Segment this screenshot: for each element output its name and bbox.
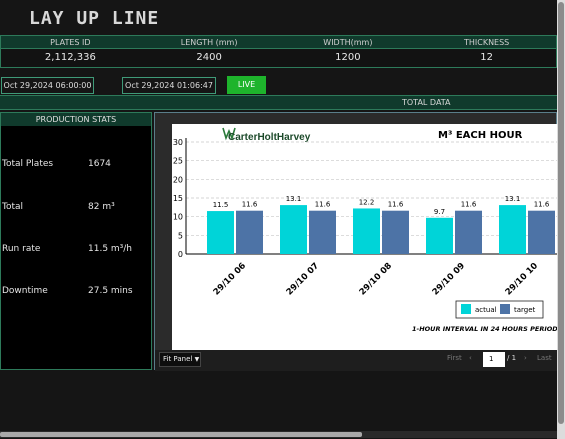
fit-panel-label: Fit Panel bbox=[163, 355, 193, 363]
bar-actual bbox=[353, 208, 380, 254]
chevron-right-icon[interactable]: › bbox=[524, 354, 527, 362]
x-tick-label: 29/10 10 bbox=[504, 261, 541, 298]
report-viewer-panel: CarterHoltHarvey M³ EACH HOUR 0 5 10 15 20 25… bbox=[154, 112, 558, 371]
stat-total-plates: Total Plates 1674 bbox=[2, 159, 111, 169]
interval-note: 1-HOUR INTERVAL IN 24 HOURS PERIOD bbox=[412, 325, 558, 333]
stat-label: Run rate bbox=[2, 244, 41, 254]
plate-info-table: PLATES ID LENGTH (mm) WIDTH(mm) THICKNES… bbox=[0, 35, 557, 68]
value-length: 2400 bbox=[196, 52, 222, 63]
bar-target bbox=[236, 210, 263, 254]
stat-total: Total 82 m³ bbox=[2, 202, 115, 212]
caret-down-icon: ▼ bbox=[194, 356, 200, 363]
legend-label-target: target bbox=[514, 306, 536, 314]
bar-value-label: 9.7 bbox=[434, 208, 445, 216]
x-tick-label: 29/10 09 bbox=[431, 261, 468, 298]
last-page-button[interactable]: Last bbox=[537, 354, 552, 362]
production-stats-panel: PRODUCTION STATS Total Plates 1674 Total… bbox=[0, 112, 152, 370]
bar-value-label: 11.6 bbox=[461, 201, 477, 209]
live-button[interactable]: LIVE bbox=[227, 76, 266, 94]
bar-value-label: 11.6 bbox=[242, 201, 258, 209]
end-time-button[interactable]: Oct 29,2024 01:06:47 pm bbox=[122, 77, 216, 105]
bar-value-label: 11.6 bbox=[388, 201, 404, 209]
header-thickness: THICKNESS bbox=[463, 38, 510, 47]
stat-value: 82 m³ bbox=[88, 202, 115, 212]
fit-panel-dropdown[interactable]: Fit Panel ▼ bbox=[159, 352, 201, 367]
y-tick-label: 5 bbox=[178, 231, 183, 240]
horizontal-scrollbar-thumb[interactable] bbox=[0, 432, 362, 437]
bar-target bbox=[382, 210, 409, 254]
legend: actual target bbox=[455, 300, 544, 319]
hourly-volume-chart: CarterHoltHarvey M³ EACH HOUR 0 5 10 15 20 25… bbox=[173, 127, 558, 333]
bar-actual bbox=[280, 205, 307, 254]
bar-target bbox=[455, 210, 482, 254]
x-tick-label: 29/10 07 bbox=[285, 261, 322, 298]
stat-run-rate: Run rate 11.5 m³/h bbox=[2, 244, 132, 254]
chart-canvas: CarterHoltHarvey M³ EACH HOUR 0 5 10 15 20 25… bbox=[172, 124, 558, 350]
y-tick-label: 30 bbox=[173, 138, 183, 147]
bar-actual bbox=[426, 217, 453, 254]
start-time-button[interactable]: Oct 29,2024 06:00:00 am bbox=[1, 77, 94, 105]
stat-label: Total Plates bbox=[2, 159, 54, 169]
bar-target bbox=[309, 210, 336, 254]
y-tick-label: 25 bbox=[173, 157, 183, 166]
value-width: 1200 bbox=[335, 52, 361, 63]
brand-logo: CarterHoltHarvey bbox=[222, 127, 311, 143]
bars bbox=[207, 205, 555, 254]
bar-target bbox=[528, 210, 555, 254]
total-data-label: TOTAL DATA bbox=[402, 98, 451, 107]
vertical-scrollbar-thumb[interactable] bbox=[558, 2, 564, 424]
chevron-left-icon[interactable]: ‹ bbox=[469, 354, 472, 362]
y-tick-label: 0 bbox=[178, 250, 183, 259]
vertical-scrollbar[interactable] bbox=[557, 0, 565, 431]
production-stats-title: PRODUCTION STATS bbox=[1, 113, 151, 126]
page-title: LAY UP LINE bbox=[29, 8, 160, 29]
viewer-toolbar: Fit Panel ▼ First ‹ 1 / 1 › Last bbox=[155, 350, 558, 371]
x-tick-label: 29/10 06 bbox=[212, 261, 249, 298]
legend-label-actual: actual bbox=[475, 306, 497, 314]
x-tick-label: 29/10 08 bbox=[358, 261, 395, 298]
bar-value-label: 13.1 bbox=[286, 195, 302, 203]
y-tick-label: 20 bbox=[173, 175, 183, 184]
bar-value-label: 11.5 bbox=[213, 201, 229, 209]
stat-value: 27.5 mins bbox=[88, 286, 133, 296]
stat-value: 11.5 m³/h bbox=[88, 244, 133, 254]
stat-label: Total bbox=[2, 202, 24, 212]
page-total: / 1 bbox=[507, 354, 517, 362]
bar-value-label: 13.1 bbox=[505, 195, 521, 203]
stat-label: Downtime bbox=[2, 286, 48, 296]
total-data-bar: TOTAL DATA bbox=[0, 95, 557, 110]
y-tick-label: 10 bbox=[173, 213, 183, 222]
brand-name: CarterHoltHarvey bbox=[228, 132, 311, 143]
value-plates-id: 2,112,336 bbox=[44, 52, 96, 63]
bar-value-label: 11.6 bbox=[315, 201, 331, 209]
legend-swatch-target bbox=[500, 304, 510, 314]
header-width: WIDTH(mm) bbox=[323, 38, 373, 47]
legend-swatch-actual bbox=[461, 304, 471, 314]
horizontal-scrollbar[interactable] bbox=[0, 431, 557, 438]
first-page-button[interactable]: First bbox=[447, 354, 462, 362]
header-plates-id: PLATES ID bbox=[50, 38, 91, 47]
bar-value-label: 11.6 bbox=[534, 201, 550, 209]
stat-downtime: Downtime 27.5 mins bbox=[2, 286, 133, 296]
chart-title: M³ EACH HOUR bbox=[438, 130, 523, 141]
scrollbar-corner bbox=[557, 431, 565, 439]
page-number-input[interactable]: 1 bbox=[483, 352, 505, 367]
value-thickness: 12 bbox=[480, 52, 493, 63]
bar-value-label: 12.2 bbox=[359, 198, 375, 206]
stat-value: 1674 bbox=[88, 159, 111, 169]
y-tick-label: 15 bbox=[173, 194, 183, 203]
x-axis: 29/10 06 29/10 07 29/10 08 29/10 09 29/10 10 bbox=[212, 261, 541, 298]
bar-actual bbox=[499, 205, 526, 254]
header-length: LENGTH (mm) bbox=[180, 38, 238, 47]
bar-actual bbox=[207, 211, 234, 254]
